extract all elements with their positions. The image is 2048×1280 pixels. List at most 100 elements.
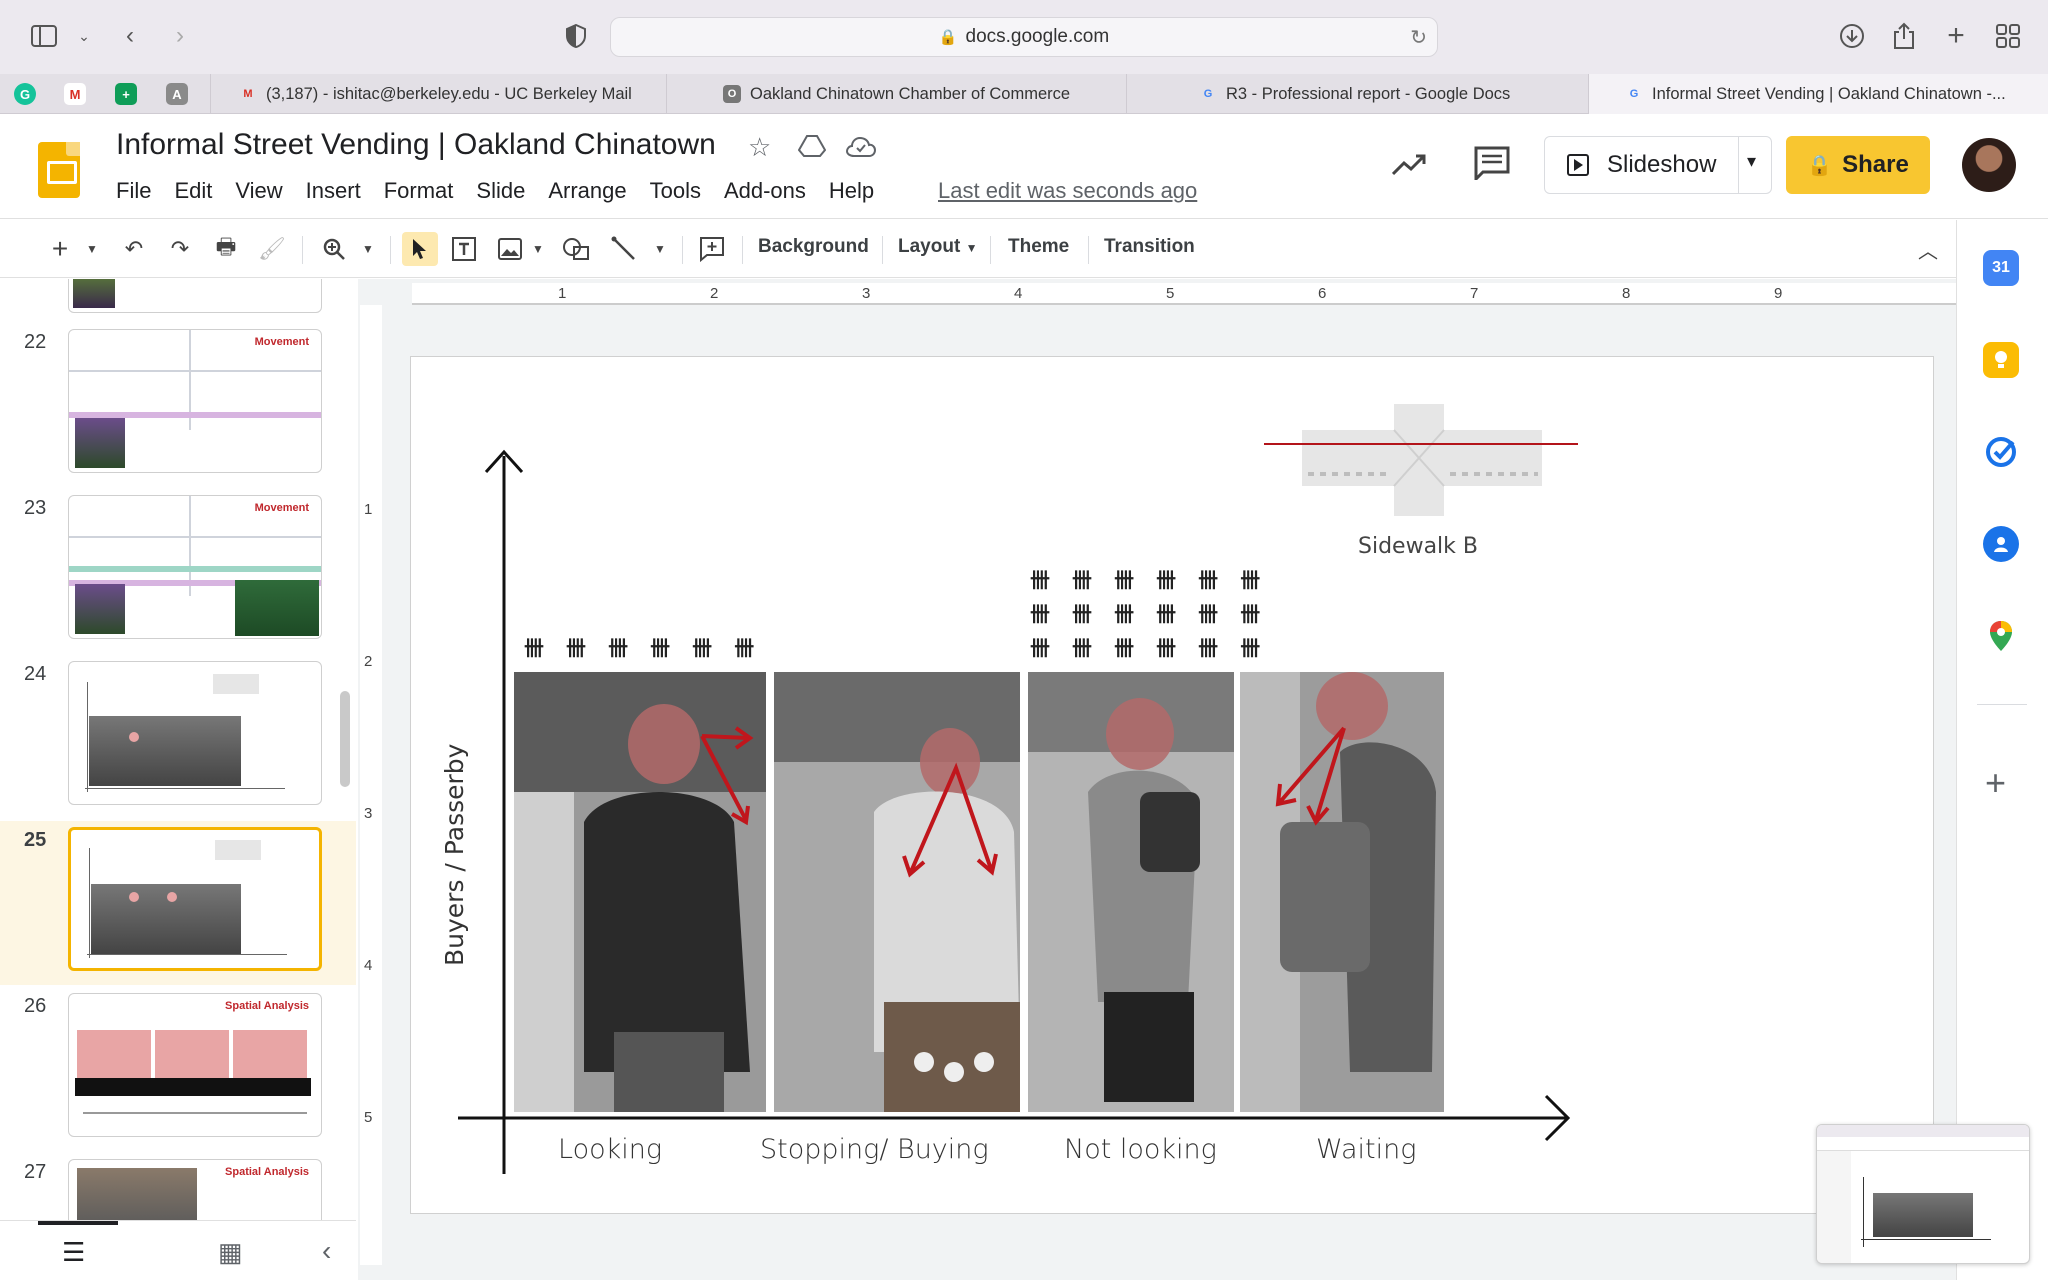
line-caret-icon[interactable]: ▼ [652, 232, 668, 266]
shape-icon[interactable] [560, 232, 592, 266]
photo-waiting[interactable] [1240, 672, 1444, 1112]
keep-icon[interactable] [1983, 342, 2019, 378]
menu-format[interactable]: Format [384, 178, 454, 204]
filmstrip-scrollbar[interactable] [340, 691, 350, 787]
photo-not-looking[interactable] [1028, 672, 1234, 1112]
collapse-toolbar-icon[interactable]: ︿ [1912, 232, 1944, 266]
menu-edit[interactable]: Edit [174, 178, 212, 204]
add-comment-icon[interactable] [694, 232, 730, 266]
zoom-icon[interactable] [318, 232, 350, 266]
move-to-drive-icon[interactable] [797, 134, 827, 165]
menu-insert[interactable]: Insert [306, 178, 361, 204]
share-button[interactable]: 🔒 Share [1786, 136, 1930, 194]
zoom-caret-icon[interactable]: ▼ [360, 232, 376, 266]
share-sheet-icon[interactable] [1886, 18, 1922, 54]
sidewalk-location-map[interactable] [1264, 400, 1578, 520]
ruler-label: 1 [364, 501, 373, 518]
slide-thumbnail-27[interactable]: Spatial Analysis [68, 1159, 322, 1220]
contacts-icon[interactable] [1983, 526, 2019, 562]
category-label-stopping-buying: Stopping/ Buying [760, 1134, 989, 1165]
a-bookmark-icon[interactable]: A [166, 83, 188, 105]
slide-number: 25 [24, 829, 47, 851]
slideshow-options-caret-icon[interactable]: ▾ [1747, 151, 1756, 172]
slide-thumbnail-25-selected[interactable] [68, 827, 322, 971]
back-icon[interactable]: ‹ [112, 18, 148, 54]
image-icon[interactable] [494, 232, 526, 266]
grammarly-bookmark-icon[interactable]: G [14, 83, 36, 105]
maps-icon[interactable] [1983, 618, 2019, 654]
menu-slide[interactable]: Slide [476, 178, 525, 204]
background-button[interactable]: Background [758, 236, 869, 258]
thumb-title: Spatial Analysis [225, 1166, 309, 1178]
line-icon[interactable] [608, 232, 640, 266]
y-axis-label: Buyers / Passerby [440, 743, 469, 966]
get-add-ons-icon[interactable]: + [1985, 762, 2006, 804]
tasks-icon[interactable] [1983, 434, 2019, 470]
comments-icon[interactable] [1474, 146, 1514, 183]
grid-view-icon[interactable]: ▦ [218, 1237, 243, 1268]
sidewalk-label: Sidewalk B [1358, 534, 1478, 559]
menu-help[interactable]: Help [829, 178, 874, 204]
menu-view[interactable]: View [235, 178, 282, 204]
ruler-label: 8 [1622, 285, 1631, 302]
address-bar[interactable]: 🔒 docs.google.com ↻ [610, 17, 1438, 57]
redo-icon[interactable]: ↷ [164, 232, 196, 266]
photo-stopping-buying[interactable] [774, 672, 1020, 1112]
tally-not-looking-row-1: 卌 卌 卌 卌 卌 卌 [1030, 568, 1266, 592]
ruler-label: 3 [364, 805, 373, 822]
privacy-shield-icon[interactable] [558, 18, 594, 54]
document-title[interactable]: Informal Street Vending | Oakland Chinat… [116, 128, 716, 162]
screenshot-preview-thumbnail[interactable] [1816, 1124, 2030, 1264]
text-box-icon[interactable] [448, 232, 480, 266]
slide-thumbnail-21[interactable] [68, 279, 322, 313]
activity-dashboard-icon[interactable] [1391, 150, 1426, 184]
tab-chamber-of-commerce[interactable]: O Oakland Chinatown Chamber of Commerce [666, 74, 1126, 114]
slideshow-button[interactable]: Slideshow ▾ [1544, 136, 1772, 194]
transition-button[interactable]: Transition [1104, 236, 1195, 258]
layout-button[interactable]: Layout ▼ [898, 236, 977, 258]
photo-looking[interactable] [514, 672, 766, 1112]
paint-format-icon[interactable]: 🖌 [256, 232, 288, 266]
undo-icon[interactable]: ↶ [118, 232, 150, 266]
last-edit-link[interactable]: Last edit was seconds ago [938, 178, 1197, 204]
theme-button[interactable]: Theme [1008, 236, 1069, 258]
sidebar-toggle-icon[interactable] [26, 18, 62, 54]
download-icon[interactable] [1834, 18, 1870, 54]
menu-tools[interactable]: Tools [650, 178, 701, 204]
reload-icon[interactable]: ↻ [1410, 25, 1427, 50]
new-slide-layout-caret-icon[interactable]: ▼ [84, 232, 100, 266]
menu-arrange[interactable]: Arrange [548, 178, 626, 204]
side-panel: 31 + [1956, 220, 2048, 1280]
chevron-down-icon[interactable]: ⌄ [66, 18, 102, 54]
new-tab-icon[interactable]: + [1938, 18, 1974, 54]
sheets-bookmark-icon[interactable]: + [115, 83, 137, 105]
print-icon[interactable]: 🖶 [210, 232, 242, 266]
slide-thumbnail-26[interactable]: Spatial Analysis [68, 993, 322, 1137]
slide-number: 24 [24, 663, 47, 685]
tab-google-docs[interactable]: G R3 - Professional report - Google Docs [1126, 74, 1588, 114]
slide-thumbnail-22[interactable]: Movement [68, 329, 322, 473]
cloud-saved-icon[interactable] [845, 134, 877, 165]
forward-icon[interactable]: › [162, 18, 198, 54]
tab-slides-active[interactable]: G Informal Street Vending | Oakland Chin… [1588, 74, 2048, 114]
thumb-title: Movement [254, 336, 309, 348]
calendar-icon[interactable]: 31 [1983, 250, 2019, 286]
tab-overview-icon[interactable] [1990, 18, 2026, 54]
tally-not-looking-row-3: 卌 卌 卌 卌 卌 卌 [1030, 636, 1266, 660]
new-slide-icon[interactable]: + [48, 232, 72, 266]
slides-logo-icon[interactable] [38, 142, 80, 198]
ruler-label: 3 [862, 285, 871, 302]
filmstrip-view-icon[interactable]: ☰ [62, 1237, 85, 1268]
user-avatar[interactable] [1962, 138, 2016, 192]
gmail-bookmark-icon[interactable]: M [64, 83, 86, 105]
select-tool-icon[interactable] [402, 232, 438, 266]
slide-thumbnail-23[interactable]: Movement [68, 495, 322, 639]
image-caret-icon[interactable]: ▼ [530, 232, 546, 266]
collapse-filmstrip-icon[interactable]: ‹ [322, 1235, 331, 1267]
menu-add-ons[interactable]: Add-ons [724, 178, 806, 204]
star-icon[interactable]: ☆ [748, 132, 771, 163]
ruler-label: 4 [364, 957, 373, 974]
tab-gmail[interactable]: M (3,187) - ishitac@berkeley.edu - UC Be… [210, 74, 666, 114]
slide-thumbnail-24[interactable] [68, 661, 322, 805]
menu-file[interactable]: File [116, 178, 151, 204]
